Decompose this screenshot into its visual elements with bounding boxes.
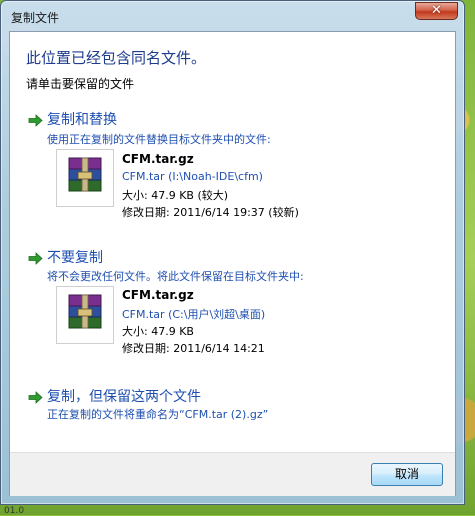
option-title: 不要复制 [47,250,103,266]
option-dont-copy[interactable]: 不要复制 将不会更改任何文件。将此文件保留在目标文件夹中: CFM.tar.gz… [10,242,455,367]
close-icon: ✕ [431,3,442,18]
option-description: 正在复制的文件将重命名为“CFM.tar (2).gz” [47,408,269,421]
cancel-button[interactable]: 取消 [371,463,443,486]
file-size: 大小: 47.9 KB [122,325,194,338]
option-copy-and-replace[interactable]: 复制和替换 使用正在复制的文件替换目标文件夹中的文件: CFM.tar.gz C… [10,104,455,232]
green-arrow-icon [28,391,43,404]
green-arrow-icon [28,114,43,127]
option-keep-both[interactable]: 复制，但保留这两个文件 正在复制的文件将重命名为“CFM.tar (2).gz” [10,382,455,427]
file-modified-date: 修改日期: 2011/6/14 14:21 [122,342,265,355]
option-title: 复制，但保留这两个文件 [47,389,201,405]
file-path: CFM.tar (C:\用户\刘超\桌面) [122,308,266,321]
file-size: 大小: 47.9 KB (较大) [122,189,229,202]
title-bar[interactable]: 复制文件 ✕ [1,1,464,31]
window-title: 复制文件 [11,11,60,25]
dialog-footer: 取消 [10,452,455,496]
dialog-instruction: 请单击要保留的文件 [26,77,135,91]
file-modified-date: 修改日期: 2011/6/14 19:37 (较新) [122,206,299,219]
copy-file-dialog: 复制文件 ✕ 此位置已经包含同名文件。 请单击要保留的文件 复制和替换 使用正在… [0,0,465,505]
green-arrow-icon [28,252,43,265]
winrar-archive-icon [56,286,114,344]
file-name: CFM.tar.gz [122,288,194,302]
option-description: 将不会更改任何文件。将此文件保留在目标文件夹中: [47,270,304,283]
option-title: 复制和替换 [47,112,117,128]
dialog-content: 此位置已经包含同名文件。 请单击要保留的文件 复制和替换 使用正在复制的文件替换… [9,31,456,496]
winrar-archive-icon [56,149,114,207]
file-name: CFM.tar.gz [122,152,194,166]
dialog-heading: 此位置已经包含同名文件。 [26,49,207,67]
file-path: CFM.tar (I:\Noah-IDE\cfm) [122,170,263,183]
option-description: 使用正在复制的文件替换目标文件夹中的文件: [47,133,271,146]
close-button[interactable]: ✕ [415,2,458,20]
